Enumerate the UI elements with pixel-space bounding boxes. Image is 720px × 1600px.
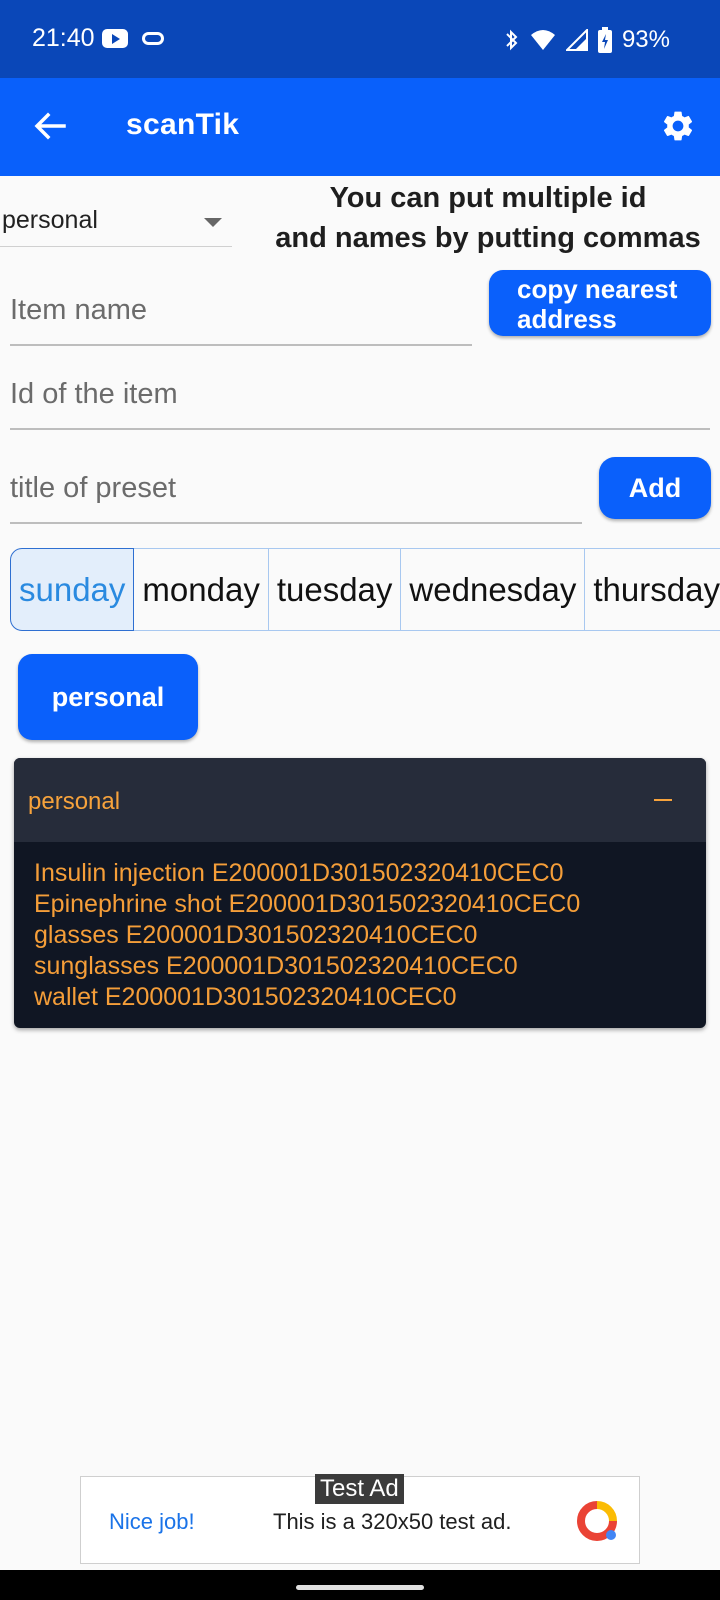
list-item: Insulin injection E200001D301502320410CE… bbox=[34, 859, 564, 887]
preset-panel: personal Insulin injection E200001D30150… bbox=[14, 758, 706, 1028]
tab-sunday[interactable]: sunday bbox=[10, 548, 135, 631]
item-id-input[interactable] bbox=[10, 360, 710, 430]
wifi-icon bbox=[530, 30, 555, 50]
copy-nearest-address-button[interactable]: copy nearest address bbox=[489, 270, 711, 336]
panel-header[interactable]: personal bbox=[14, 758, 706, 842]
tab-tuesday[interactable]: tuesday bbox=[268, 548, 402, 631]
list-item: wallet E200001D301502320410CEC0 bbox=[34, 983, 457, 1011]
hint-line-2: and names by putting commas bbox=[275, 222, 701, 254]
list-item: sunglasses E200001D301502320410CEC0 bbox=[34, 952, 518, 980]
tab-monday[interactable]: monday bbox=[134, 548, 269, 631]
home-handle[interactable] bbox=[296, 1585, 424, 1590]
panel-title: personal bbox=[28, 788, 121, 815]
battery-percent: 93% bbox=[621, 26, 670, 53]
preset-title-input[interactable] bbox=[10, 454, 582, 524]
status-time: 21:40 bbox=[32, 24, 95, 52]
category-dropdown[interactable]: personal bbox=[0, 196, 232, 247]
preset-personal-button[interactable]: personal bbox=[18, 654, 198, 740]
chevron-down-icon bbox=[204, 218, 222, 227]
day-selector: sunday monday tuesday wednesday thursday bbox=[10, 548, 720, 635]
dropdown-selected-value: personal bbox=[2, 206, 98, 234]
battery-charging-icon bbox=[597, 27, 612, 53]
copy-button-line-2: address bbox=[517, 304, 617, 334]
item-name-input[interactable] bbox=[10, 276, 472, 346]
hint-line-1: You can put multiple id bbox=[329, 182, 647, 214]
signal-icon bbox=[565, 29, 588, 51]
app-title: scanTik bbox=[126, 108, 240, 141]
status-icons: 93% bbox=[504, 24, 720, 56]
list-item: Epinephrine shot E200001D301502320410CEC… bbox=[34, 890, 581, 918]
ad-cta[interactable]: Nice job! bbox=[109, 1509, 195, 1535]
collapse-icon[interactable] bbox=[654, 799, 672, 801]
copy-button-line-1: copy nearest bbox=[517, 274, 678, 304]
back-arrow-icon[interactable] bbox=[30, 106, 70, 146]
ad-text: This is a 320x50 test ad. bbox=[273, 1509, 512, 1534]
bluetooth-icon bbox=[506, 29, 518, 51]
youtube-icon bbox=[102, 29, 128, 48]
ad-logo-icon bbox=[577, 1501, 617, 1541]
notification-icon bbox=[142, 32, 164, 45]
ad-banner[interactable]: Test Ad Nice job! This is a 320x50 test … bbox=[80, 1474, 640, 1564]
hint-text: You can put multiple id and names by put… bbox=[256, 178, 720, 258]
gear-icon[interactable] bbox=[660, 108, 696, 144]
add-button[interactable]: Add bbox=[599, 457, 711, 519]
panel-item-list: Insulin injection E200001D301502320410CE… bbox=[34, 858, 580, 1013]
app-bar: scanTik bbox=[0, 78, 720, 176]
list-item: glasses E200001D301502320410CEC0 bbox=[34, 921, 478, 949]
status-bar: 21:40 93% bbox=[0, 0, 720, 78]
tab-wednesday[interactable]: wednesday bbox=[401, 548, 586, 631]
ad-badge: Test Ad bbox=[315, 1474, 404, 1504]
tab-thursday[interactable]: thursday bbox=[585, 548, 720, 631]
